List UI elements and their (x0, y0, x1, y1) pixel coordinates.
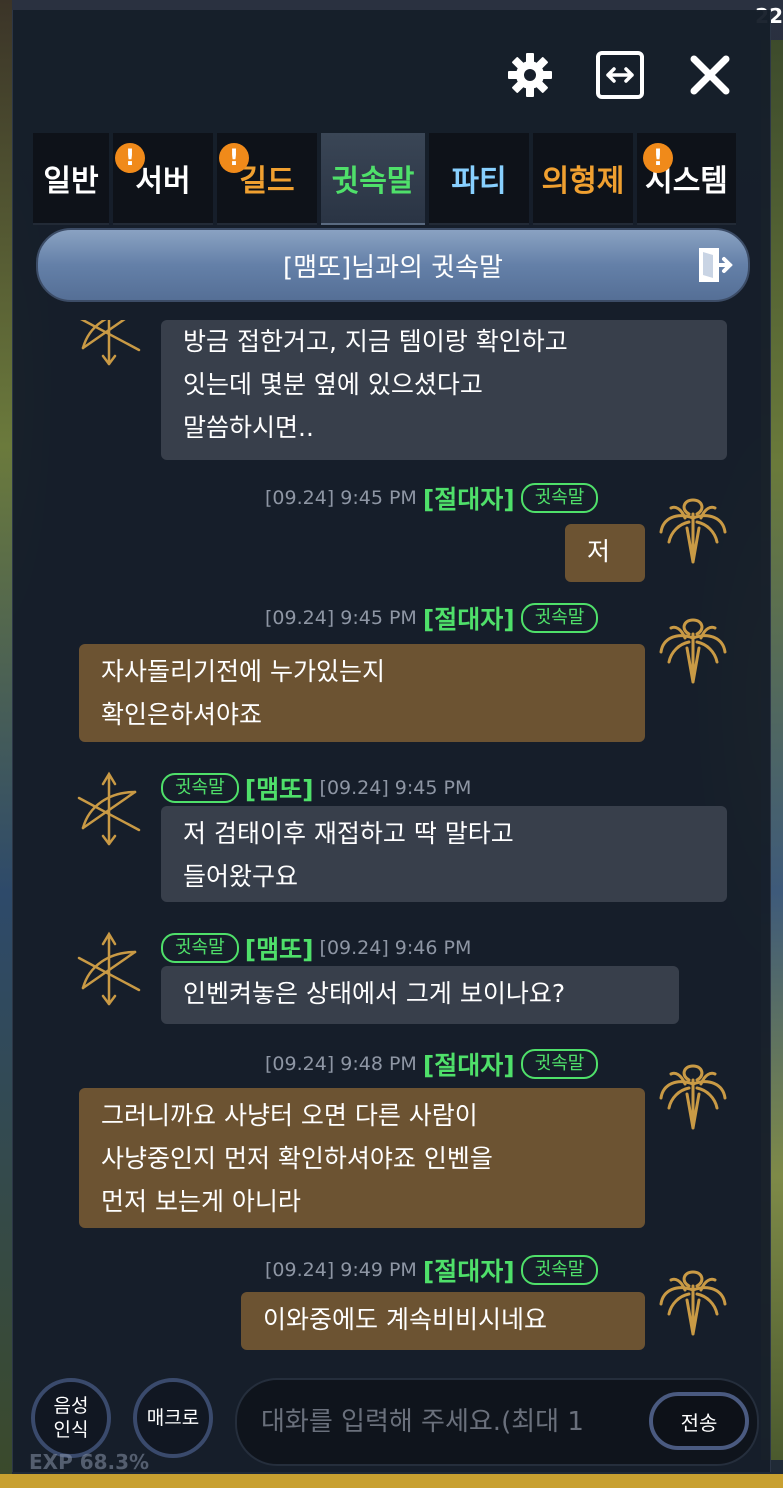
chat-input-box: 전송 (235, 1378, 759, 1466)
tab-label: 일반 (43, 164, 99, 199)
alert-badge-icon: ! (115, 143, 145, 173)
exp-label: EXP 68.3% (29, 1450, 150, 1474)
sender-name[interactable]: [절대자] (423, 1046, 515, 1082)
message-line: 자사돌리기전에 누가있는지 (101, 657, 385, 686)
message-line: 잇는데 몇분 옆에 있으셨다고 (183, 370, 483, 399)
whisper-title: [맴또]님과의 귓속말 (283, 252, 503, 283)
voice-input-button[interactable]: 음성 인식 (31, 1378, 111, 1458)
self-class-emblem-icon[interactable] (653, 1054, 733, 1134)
whisper-tag: 귓속말 (520, 1255, 599, 1285)
tab-4[interactable]: 귓속말 (321, 133, 425, 225)
send-button[interactable]: 전송 (649, 1392, 749, 1450)
message-line: 들어왔구요 (183, 862, 299, 891)
tab-label: 귓속말 (331, 164, 415, 199)
message-meta: [09.24] 9:49 PM [절대자] 귓속말 (265, 1252, 599, 1288)
self-class-emblem-icon[interactable] (653, 488, 733, 568)
bottom-bar (0, 1474, 783, 1488)
chat-message: 방금 접한거고, 지금 템이랑 확인하고잇는데 몇분 옆에 있으셨다고말씀하시면… (33, 320, 760, 460)
message-meta: 귓속말 [맴또] [09.24] 9:45 PM (161, 770, 471, 806)
message-meta: [09.24] 9:48 PM [절대자] 귓속말 (265, 1046, 599, 1082)
chat-message: [09.24] 9:48 PM [절대자] 귓속말그러니까요 사냥터 오면 다른 사… (33, 1046, 760, 1232)
message-line: 인벤켜놓은 상태에서 그게 보이나요? (183, 979, 566, 1008)
alert-badge-icon: ! (643, 143, 673, 173)
expand-horizontal-icon[interactable] (595, 50, 645, 100)
sender-name[interactable]: [절대자] (423, 480, 515, 516)
tab-label: 의형제 (541, 164, 625, 199)
archer-class-emblem-icon[interactable] (69, 770, 149, 850)
message-bubble: 저 (565, 524, 645, 582)
message-line: 저 검태이후 재접하고 딱 말타고 (183, 819, 514, 848)
sender-name[interactable]: [절대자] (423, 1252, 515, 1288)
message-line: 저 (587, 537, 611, 566)
chat-input[interactable] (259, 1392, 633, 1452)
sender-name[interactable]: [맴또] (245, 930, 314, 966)
whisper-tag: 귓속말 (520, 603, 599, 633)
message-bubble: 방금 접한거고, 지금 템이랑 확인하고잇는데 몇분 옆에 있으셨다고말씀하시면… (161, 320, 727, 460)
macro-label: 매크로 (146, 1407, 200, 1429)
message-line: 확인은하셔야죠 (101, 700, 263, 729)
panel-toolbar (505, 50, 735, 100)
message-time: [09.24] 9:46 PM (319, 937, 472, 959)
chat-message: 귓속말 [맴또] [09.24] 9:46 PM 인벤켜놓은 상태에서 그게 보이나요… (33, 930, 760, 1028)
sender-name[interactable]: [맴또] (245, 770, 314, 806)
message-meta: [09.24] 9:45 PM [절대자] 귓속말 (265, 480, 599, 516)
tab-7[interactable]: 시스템! (637, 133, 736, 225)
chat-message: [09.24] 9:45 PM [절대자] 귓속말자사돌리기전에 누가있는지확인은하… (33, 600, 760, 746)
whisper-tag: 귓속말 (161, 933, 239, 963)
message-line: 이와중에도 계속비비시네요 (263, 1305, 547, 1334)
whisper-header: [맴또]님과의 귓속말 (36, 228, 750, 302)
tab-6[interactable]: 의형제 (533, 133, 633, 225)
whisper-tag: 귓속말 (161, 773, 239, 803)
archer-class-emblem-icon[interactable] (69, 320, 149, 370)
message-line: 방금 접한거고, 지금 템이랑 확인하고 (183, 327, 568, 356)
close-icon[interactable] (685, 50, 735, 100)
message-time: [09.24] 9:45 PM (265, 607, 417, 629)
message-line: 먼저 보는게 아니라 (101, 1187, 301, 1216)
tab-label: 파티 (451, 164, 507, 199)
message-bubble: 이와중에도 계속비비시네요 (241, 1292, 645, 1350)
gear-icon[interactable] (505, 50, 555, 100)
voice-input-label: 음성 인식 (53, 1395, 89, 1441)
message-time: [09.24] 9:45 PM (265, 487, 417, 509)
message-line: 말씀하시면.. (183, 413, 314, 442)
whisper-tag: 귓속말 (520, 1049, 599, 1079)
tab-5[interactable]: 파티 (429, 133, 529, 225)
archer-class-emblem-icon[interactable] (69, 930, 149, 1010)
message-time: [09.24] 9:49 PM (265, 1259, 417, 1281)
send-button-label: 전송 (680, 1410, 718, 1435)
alert-badge-icon: ! (219, 143, 249, 173)
tab-1[interactable]: 일반 (33, 133, 109, 225)
chat-panel: 일반 서버! 길드! 귓속말 파티 의형제 시스템! [맴또]님과의 귓속말 방금 접한거고… (12, 10, 771, 1474)
message-time: [09.24] 9:48 PM (265, 1053, 417, 1075)
message-meta: [09.24] 9:45 PM [절대자] 귓속말 (265, 600, 599, 636)
game-background-left (0, 0, 12, 1488)
message-time: [09.24] 9:45 PM (319, 777, 472, 799)
message-meta: 귓속말 [맴또] [09.24] 9:46 PM (161, 930, 471, 966)
chat-message: 귓속말 [맴또] [09.24] 9:45 PM 저 검태이후 재접하고 딱 말타고 들… (33, 770, 760, 906)
message-bubble: 자사돌리기전에 누가있는지확인은하셔야죠 (79, 644, 645, 742)
self-class-emblem-icon[interactable] (653, 608, 733, 688)
message-bubble: 인벤켜놓은 상태에서 그게 보이나요? (161, 966, 679, 1024)
macro-button[interactable]: 매크로 (133, 1378, 213, 1458)
message-line: 그러니까요 사냥터 오면 다른 사람이 (101, 1101, 478, 1130)
chat-message: [09.24] 9:49 PM [절대자] 귓속말이와중에도 계속비비시네요 (33, 1252, 760, 1354)
whisper-tag: 귓속말 (520, 483, 599, 513)
message-bubble: 저 검태이후 재접하고 딱 말타고들어왔구요 (161, 806, 727, 902)
sender-name[interactable]: [절대자] (423, 600, 515, 636)
self-class-emblem-icon[interactable] (653, 1260, 733, 1340)
chat-message: [09.24] 9:45 PM [절대자] 귓속말저 (33, 480, 760, 586)
message-line: 사냥중인지 먼저 확인하셔야죠 인벤을 (101, 1144, 493, 1173)
chat-log[interactable]: 방금 접한거고, 지금 템이랑 확인하고잇는데 몇분 옆에 있으셨다고말씀하시면… (33, 320, 760, 1355)
channel-tabs: 일반 서버! 길드! 귓속말 파티 의형제 시스템! (33, 133, 760, 225)
message-bubble: 그러니까요 사냥터 오면 다른 사람이사냥중인지 먼저 확인하셔야죠 인벤을먼저… (79, 1088, 645, 1228)
tab-2[interactable]: 서버! (113, 133, 213, 225)
exit-door-icon[interactable] (692, 244, 734, 286)
tab-3[interactable]: 길드! (217, 133, 317, 225)
